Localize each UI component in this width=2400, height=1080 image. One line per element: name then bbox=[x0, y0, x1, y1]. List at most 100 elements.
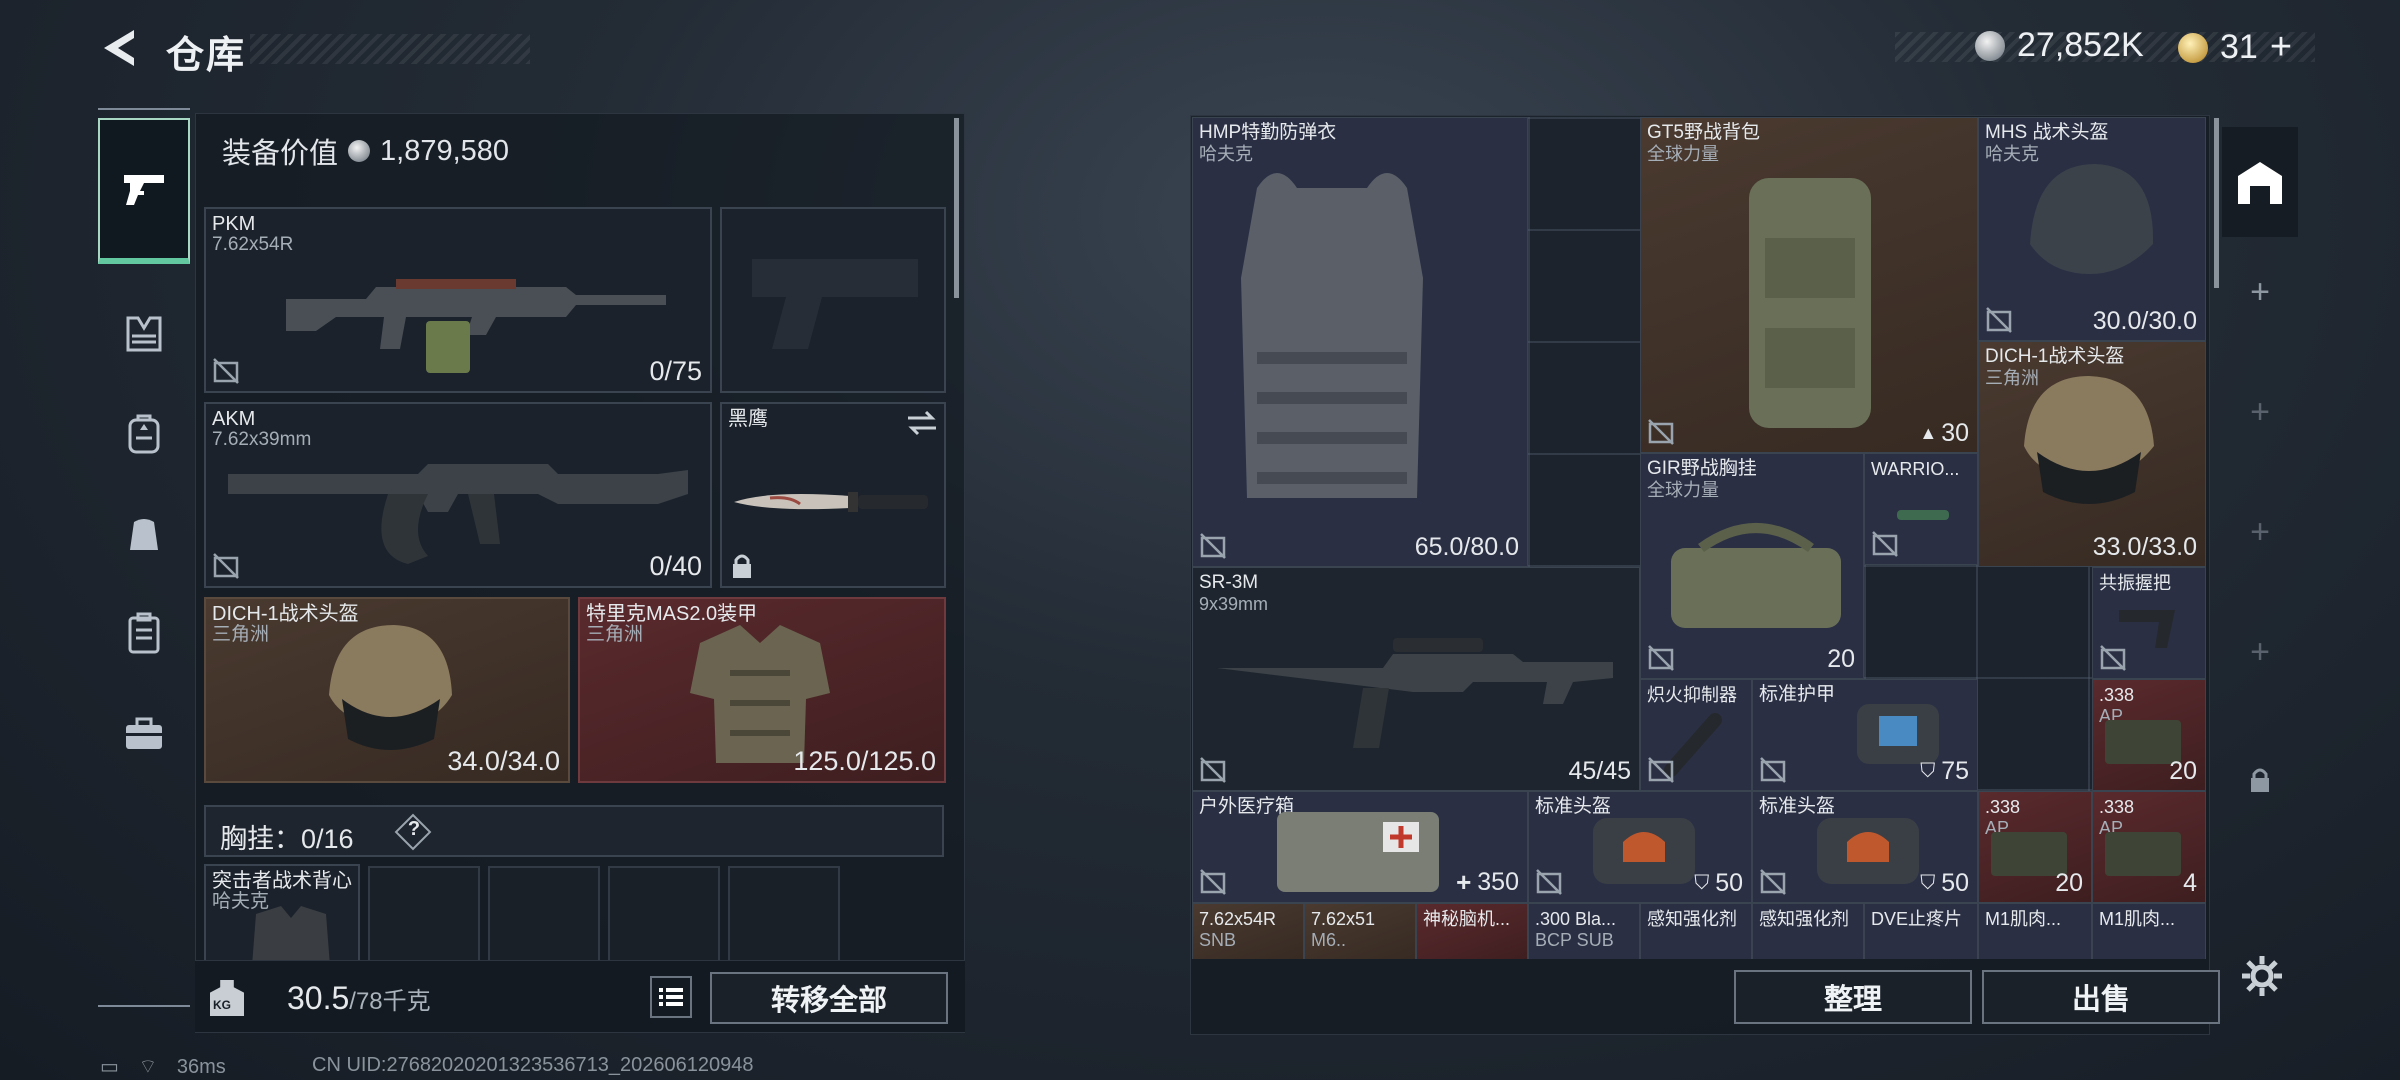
chest-slot-empty[interactable] bbox=[608, 866, 720, 966]
slot-melee[interactable]: 黑鹰 bbox=[720, 402, 946, 588]
ammo-count: 0/75 bbox=[649, 356, 702, 386]
rail-tab-chest-rig[interactable] bbox=[98, 488, 190, 580]
currency-premium[interactable]: 31 + bbox=[2178, 26, 2292, 69]
equip-value: 装备价值 1,879,580 bbox=[222, 130, 509, 172]
hafcoin-icon bbox=[348, 140, 371, 162]
rail-tab-case[interactable] bbox=[98, 688, 190, 780]
chest-rig-label: 胸挂：0/16 bbox=[220, 824, 354, 854]
stash-item-gt5-backpack[interactable]: GT5野战背包 全球力量 ▲ 30 bbox=[1640, 117, 1978, 453]
chest-slot-empty[interactable] bbox=[728, 866, 840, 966]
slot-secondary-weapon[interactable]: AKM 7.62x39mm 0/40 bbox=[204, 402, 712, 588]
plus-icon: + bbox=[2250, 272, 2270, 311]
no-insure-icon bbox=[213, 358, 239, 384]
currency-main[interactable]: 27,852K bbox=[1975, 26, 2144, 65]
sell-button[interactable]: 出售 bbox=[1982, 970, 2220, 1024]
stash-item-suppressor[interactable]: 炽火抑制器 bbox=[1640, 679, 1752, 791]
stash-item-sr3m[interactable]: SR-3M 9x39mm 45/45 bbox=[1192, 567, 1640, 791]
stash-tab-add[interactable]: + bbox=[2222, 477, 2298, 587]
durability: 65.0/80.0 bbox=[1414, 533, 1519, 561]
ping-value: 36ms bbox=[176, 1056, 226, 1078]
user-uid: CN UID:27682020201323536713_202606120948 bbox=[312, 1054, 754, 1076]
knife-image bbox=[734, 492, 928, 512]
item-count: 20 bbox=[2055, 869, 2083, 897]
rail-tab-armor[interactable] bbox=[98, 288, 190, 380]
item-name: M1肌肉... bbox=[2099, 909, 2176, 929]
stash-item-partial[interactable]: DVE止疼片 bbox=[1864, 903, 1978, 959]
add-currency-button[interactable]: + bbox=[2270, 26, 2292, 69]
stash-item-gir-rig[interactable]: GIR野战胸挂 全球力量 20 bbox=[1640, 453, 1864, 679]
stash-item-hmp-vest[interactable]: HMP特勤防弹衣 哈夫克 65.0/80.0 bbox=[1192, 117, 1528, 567]
locker-icon bbox=[128, 612, 160, 654]
stash-item-medbox[interactable]: 户外医疗箱 +350 bbox=[1192, 791, 1528, 903]
no-insure-icon bbox=[1760, 757, 1786, 783]
backpack-image bbox=[1749, 178, 1871, 428]
stash-scrollbar[interactable] bbox=[2214, 118, 2219, 288]
weight-current: 30.5 bbox=[287, 980, 350, 1016]
stash-item-armor-kit[interactable]: 标准护甲 ⛉ 75 bbox=[1752, 679, 1978, 791]
item-name: 7.62x54R bbox=[1199, 909, 1277, 929]
stash-item-partial[interactable]: .300 Bla... BCP SUB bbox=[1528, 903, 1640, 959]
rail-tab-locker[interactable] bbox=[98, 588, 190, 680]
medbox-image bbox=[1277, 812, 1439, 892]
stash-tab-add[interactable]: + bbox=[2222, 357, 2298, 467]
stash-item-partial[interactable]: 感知强化剂 bbox=[1752, 903, 1864, 959]
stash-item-partial[interactable]: 7.62x54R SNB bbox=[1192, 903, 1304, 959]
item-name: 黑鹰 bbox=[728, 408, 768, 430]
stash-item-ammo-338[interactable]: .338 AP 4 bbox=[2092, 791, 2206, 903]
vest-image bbox=[1241, 173, 1423, 498]
stash-item-partial[interactable]: 感知强化剂 bbox=[1640, 903, 1752, 959]
settings-gear-icon[interactable] bbox=[2240, 954, 2284, 998]
item-name: 感知强化剂 bbox=[1759, 909, 1849, 929]
back-arrow-icon[interactable] bbox=[98, 26, 142, 70]
armor-icon bbox=[126, 316, 162, 352]
title-decoration bbox=[250, 34, 530, 64]
slot-primary-weapon[interactable]: PKM 7.62x54R 0/75 bbox=[204, 207, 712, 393]
transfer-all-button[interactable]: 转移全部 bbox=[710, 972, 948, 1024]
plus-icon: + bbox=[2250, 632, 2270, 671]
list-view-button[interactable] bbox=[650, 976, 692, 1018]
stash-item-partial[interactable]: 神秘脑机... bbox=[1416, 903, 1528, 959]
sort-button[interactable]: 整理 bbox=[1734, 970, 1972, 1024]
stash-item-helmet-kit[interactable]: 标准头盔 ⛉ 50 bbox=[1528, 791, 1752, 903]
stash-item-ammo-338[interactable]: .338 AP 20 bbox=[2092, 679, 2206, 791]
durability: 30.0/30.0 bbox=[2092, 307, 2197, 335]
repair-value: ⛉ 75 bbox=[1920, 757, 1969, 785]
akm-rifle-image bbox=[228, 464, 688, 564]
stash-item-warrior[interactable]: WARRIO... bbox=[1864, 453, 1978, 565]
swap-icon[interactable] bbox=[906, 410, 938, 436]
stash-grid: HMP特勤防弹衣 哈夫克 65.0/80.0 GT5野战背包 全球力量 ▲ 30 … bbox=[1192, 117, 2206, 959]
connection-status: ▭ ⌔ 36ms bbox=[100, 1054, 226, 1079]
stash-item-partial[interactable]: M1肌肉... bbox=[2092, 903, 2206, 959]
item-faction: 全球力量 bbox=[1647, 480, 1719, 500]
no-insure-icon bbox=[1200, 869, 1226, 895]
stash-icon bbox=[2238, 162, 2282, 204]
chest-slot-empty[interactable] bbox=[368, 866, 480, 966]
rail-tab-backpack[interactable] bbox=[98, 388, 190, 480]
stash-item-ammo-338[interactable]: .338 AP 20 bbox=[1978, 791, 2092, 903]
slot-helmet[interactable]: DICH-1战术头盔 三角洲 34.0/34.0 bbox=[204, 597, 570, 783]
slot-body-armor[interactable]: 特里克MAS2.0装甲 三角洲 125.0/125.0 bbox=[578, 597, 946, 783]
weight-icon-label: KG bbox=[213, 998, 231, 1012]
plus-icon: + bbox=[2250, 392, 2270, 431]
item-name: .338 bbox=[1985, 797, 2021, 817]
stash-item-helmet-kit[interactable]: 标准头盔 ⛉ 50 bbox=[1752, 791, 1978, 903]
chest-slot-empty[interactable] bbox=[488, 866, 600, 966]
stash-item-partial[interactable]: 7.62x51 M6.. bbox=[1304, 903, 1416, 959]
chest-rig-item[interactable]: 突击者战术背心 哈夫克 bbox=[204, 864, 360, 964]
weight-max: /78千克 bbox=[349, 988, 431, 1015]
no-insure-icon bbox=[1200, 533, 1226, 559]
stash-item-mhs-helmet[interactable]: MHS 战术头盔 哈夫克 30.0/30.0 bbox=[1978, 117, 2206, 341]
rail-tab-weapons[interactable] bbox=[98, 118, 190, 264]
stash-item-grip[interactable]: 共振握把 bbox=[2092, 567, 2206, 679]
stash-item-partial[interactable]: M1肌肉... bbox=[1978, 903, 2092, 959]
stash-item-dich-helmet[interactable]: DICH-1战术头盔 三角洲 33.0/33.0 bbox=[1978, 341, 2206, 567]
stash-tab-add[interactable]: + bbox=[2222, 237, 2298, 347]
repair-bag-image bbox=[1817, 818, 1919, 884]
shield-icon: ⛉ bbox=[1694, 872, 1710, 894]
loadout-scrollbar[interactable] bbox=[954, 118, 959, 298]
slot-pistol-empty[interactable] bbox=[720, 207, 946, 393]
stash-tab-add[interactable]: + bbox=[2222, 597, 2298, 707]
stash-tab-main[interactable] bbox=[2222, 127, 2298, 237]
stash-tab-locked[interactable] bbox=[2222, 725, 2298, 835]
item-name: M1肌肉... bbox=[1985, 909, 2062, 929]
